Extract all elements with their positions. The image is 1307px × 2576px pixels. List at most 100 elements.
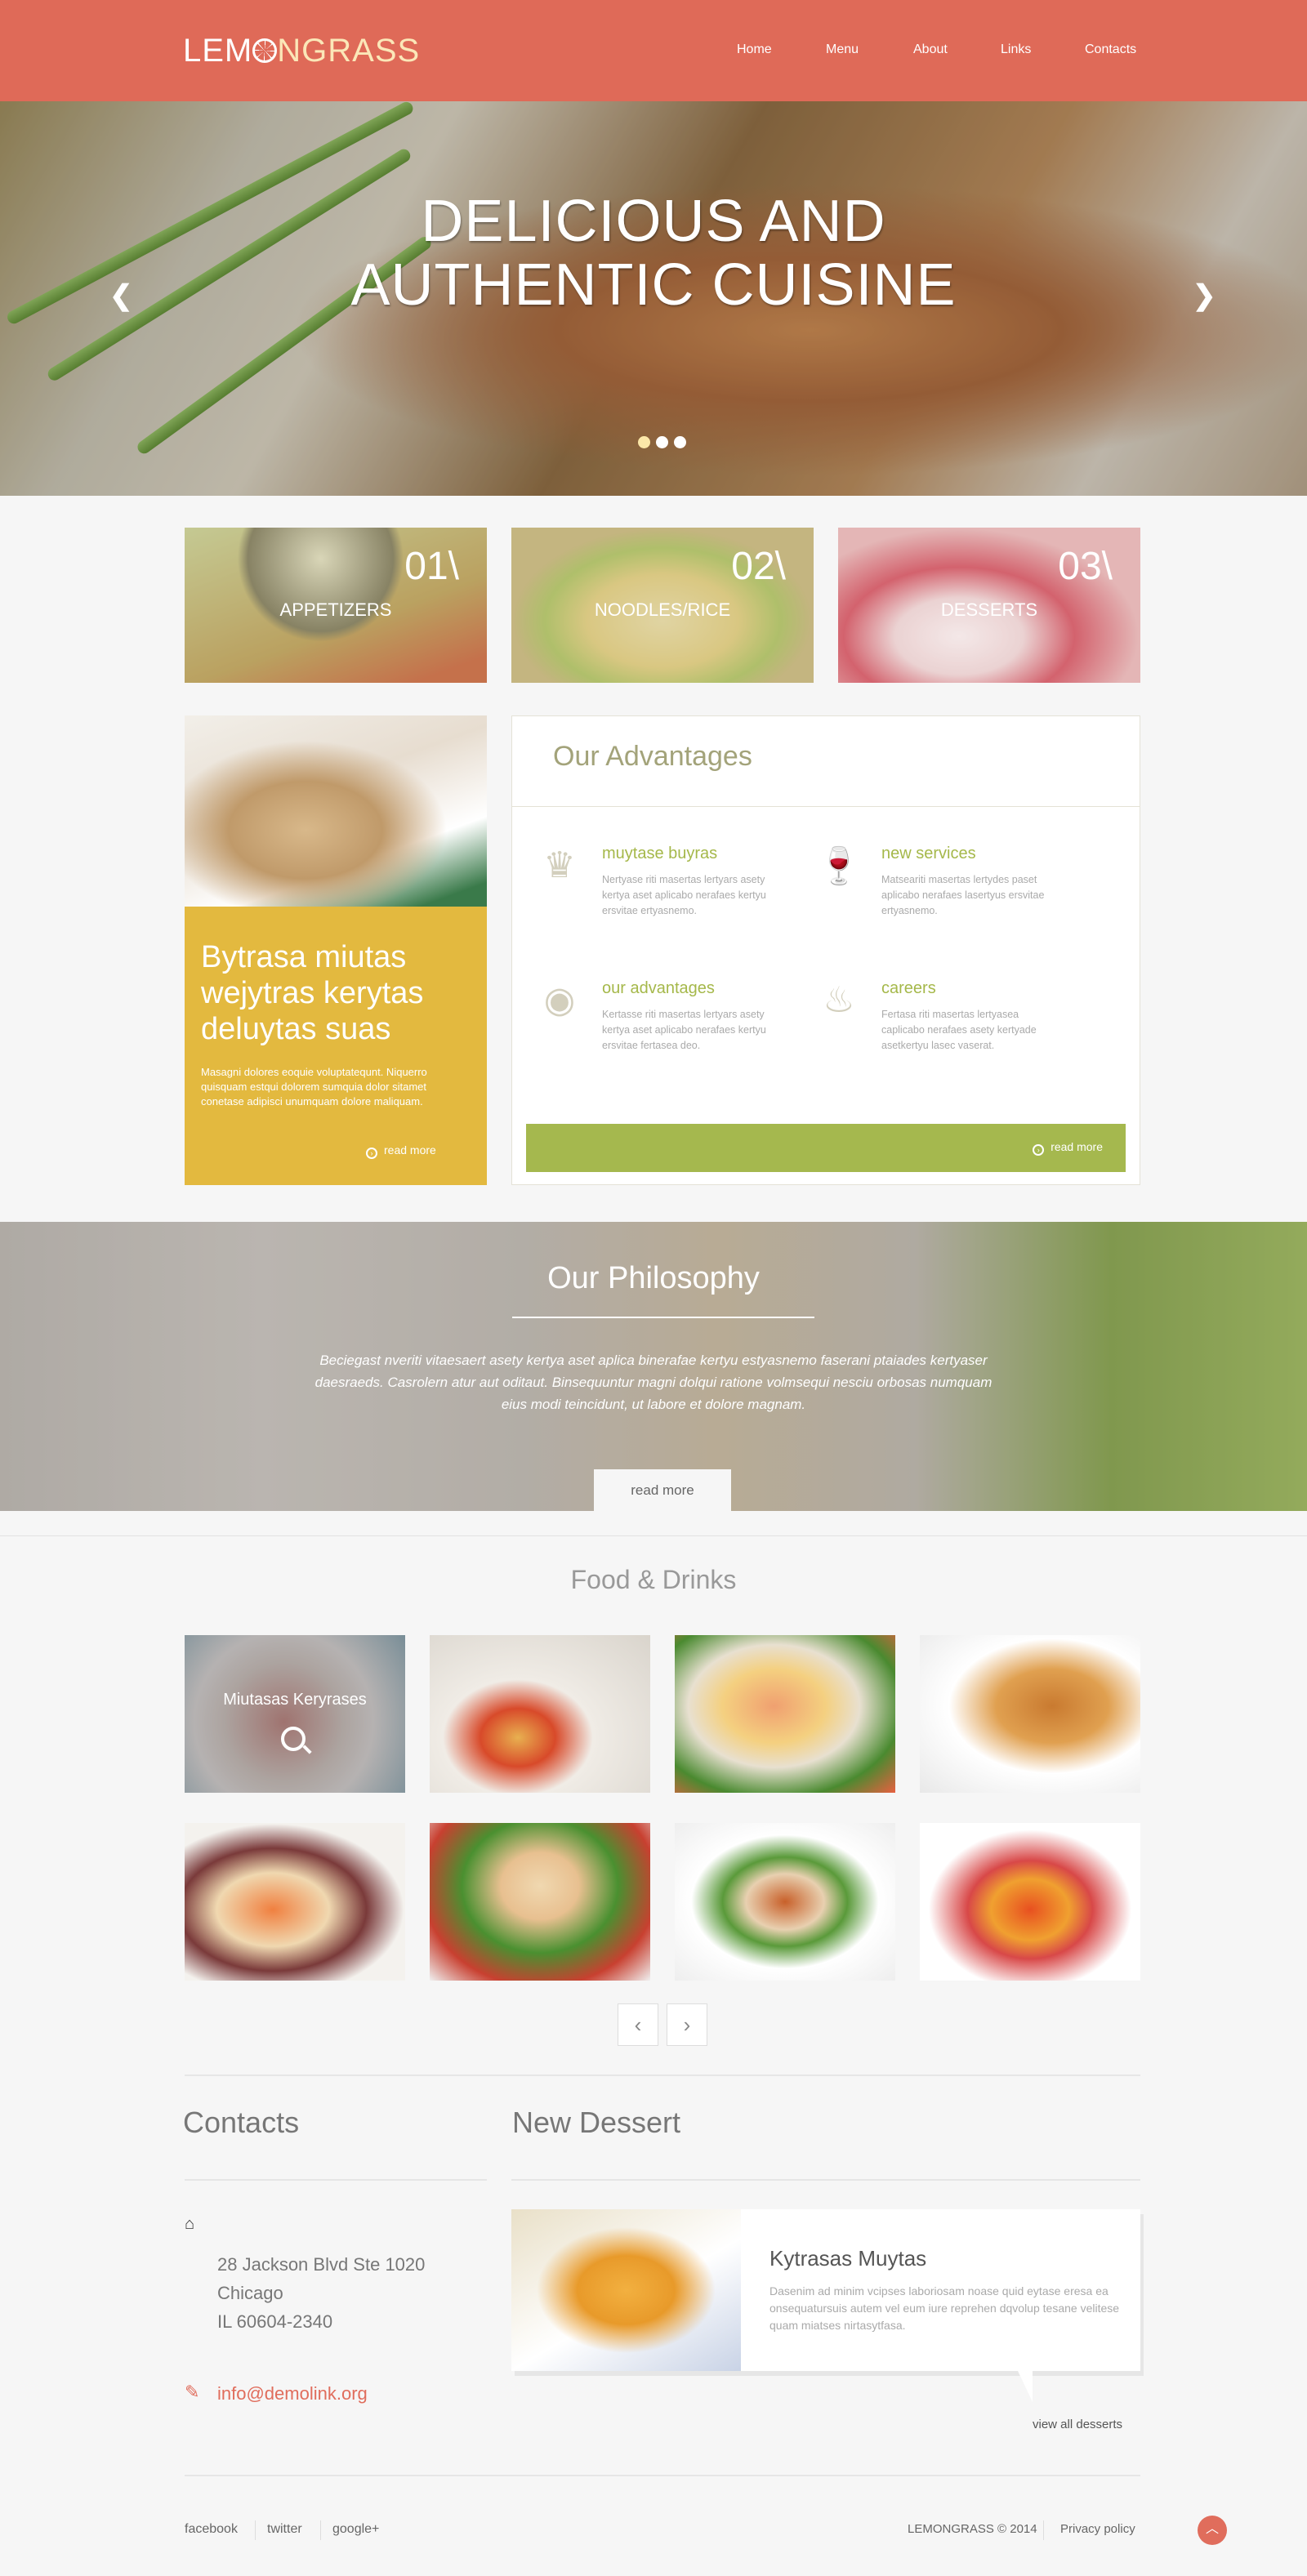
gallery-caption: Miutasas Keryrases xyxy=(223,1691,367,1709)
hover-overlay xyxy=(185,1635,405,1793)
read-more-label: read more xyxy=(384,1143,436,1157)
separator xyxy=(255,2520,256,2540)
nav-links[interactable]: Links xyxy=(1001,42,1031,57)
scroll-to-top-button[interactable]: ︿ xyxy=(1198,2516,1227,2545)
separator xyxy=(320,2520,321,2540)
plate-cutlery-icon: ◉ xyxy=(543,980,576,1020)
gallery-prev-button[interactable]: ‹ xyxy=(618,2003,658,2046)
twitter-link[interactable]: twitter xyxy=(267,2522,302,2537)
feature-panel: Bytrasa miutas wejytras kerytas deluytas… xyxy=(185,907,487,1185)
contacts-title: Contacts xyxy=(183,2106,300,2139)
advantage-title[interactable]: muytase buyras xyxy=(602,845,717,863)
divider xyxy=(0,1535,1307,1536)
speech-bubble-tail xyxy=(1018,2371,1033,2402)
search-icon[interactable] xyxy=(281,1727,306,1751)
nav-about[interactable]: About xyxy=(913,42,948,57)
home-icon: ⌂ xyxy=(185,2215,195,2233)
dessert-image xyxy=(511,2209,741,2371)
new-dessert-title: New Dessert xyxy=(512,2106,681,2139)
slider-prev-arrow-icon[interactable]: ❮ xyxy=(109,279,133,312)
wine-icon: 🍷 xyxy=(816,846,862,886)
category-noodles-rice[interactable]: 02\ NOODLES/RICE xyxy=(511,528,814,683)
nav-menu[interactable]: Menu xyxy=(826,42,859,57)
advantage-item: ◉ our advantages Kertasse riti masertas … xyxy=(537,979,782,1061)
logo-text-accent: NGRASS xyxy=(277,33,421,69)
divider xyxy=(185,2075,1140,2076)
google-plus-link[interactable]: google+ xyxy=(332,2522,379,2537)
category-number: 03\ xyxy=(1058,545,1113,588)
slider-dot-1[interactable] xyxy=(638,436,650,448)
divider xyxy=(185,2179,487,2181)
gallery-item-6[interactable] xyxy=(430,1823,650,1981)
dessert-title: Kytrasas Muytas xyxy=(769,2246,927,2271)
facebook-link[interactable]: facebook xyxy=(185,2522,238,2537)
spring-roll-image xyxy=(185,715,487,907)
slider-dot-2[interactable] xyxy=(656,436,668,448)
category-label: NOODLES/RICE xyxy=(594,599,731,620)
read-more-link[interactable]: › read more xyxy=(1033,1140,1103,1156)
category-number: 01\ xyxy=(404,545,459,588)
gallery-item-2[interactable] xyxy=(430,1635,650,1793)
advantage-title[interactable]: careers xyxy=(881,979,936,998)
feature-card: Bytrasa miutas wejytras kerytas deluytas… xyxy=(185,715,487,1185)
advantage-title[interactable]: our advantages xyxy=(602,979,715,998)
category-desserts[interactable]: 03\ DESSERTS xyxy=(838,528,1140,683)
gallery-item-1[interactable]: Miutasas Keryrases xyxy=(185,1635,405,1793)
address-line: 28 Jackson Blvd Ste 1020 xyxy=(217,2254,426,2275)
food-drinks-title: Food & Drinks xyxy=(570,1565,737,1594)
hero-slider: DELICIOUS AND AUTHENTIC CUISINE ❮ ❯ xyxy=(0,101,1307,496)
copyright: LEMONGRASS © 2014 xyxy=(908,2522,1037,2536)
category-number: 02\ xyxy=(731,545,786,588)
arrow-circle-icon: › xyxy=(1033,1144,1045,1156)
philosophy-section: Our Philosophy Beciegast nveriti vitaesa… xyxy=(0,1222,1307,1511)
category-label: APPETIZERS xyxy=(279,599,392,620)
logo[interactable]: LEM NGRASS xyxy=(183,33,420,69)
slider-dot-3[interactable] xyxy=(674,436,686,448)
gallery-item-3[interactable] xyxy=(675,1635,895,1793)
view-all-desserts-link[interactable]: view all desserts xyxy=(1033,2418,1122,2431)
chef-hat-icon: ♛ xyxy=(543,845,576,885)
gallery-item-7[interactable] xyxy=(675,1823,895,1981)
advantage-item: ♛ muytase buyras Nertyase riti masertas … xyxy=(537,845,782,926)
feature-title: Bytrasa miutas wejytras kerytas deluytas… xyxy=(201,940,424,1046)
gallery-next-button[interactable]: › xyxy=(667,2003,707,2046)
feature-text: Masagni dolores eoquie voluptatequnt. Ni… xyxy=(201,1066,427,1108)
advantage-text: Nertyase riti masertas lertyars asety ke… xyxy=(602,874,766,916)
divider xyxy=(511,2179,1140,2181)
email-link[interactable]: info@demolink.org xyxy=(217,2383,368,2404)
nav-home[interactable]: Home xyxy=(737,42,772,57)
gallery-item-8[interactable] xyxy=(920,1823,1140,1981)
advantage-text: Matseariti masertas lertydes paset aplic… xyxy=(881,874,1045,916)
logo-text: LEM xyxy=(183,33,253,69)
divider xyxy=(185,2475,1140,2476)
advantage-title[interactable]: new services xyxy=(881,845,976,863)
category-appetizers[interactable]: 01\ APPETIZERS xyxy=(185,528,487,683)
lemon-slice-icon xyxy=(252,38,278,63)
address-city: Chicago xyxy=(217,2283,283,2303)
divider xyxy=(512,1317,814,1318)
advantage-text: Kertasse riti masertas lertyars asety ke… xyxy=(602,1009,766,1051)
advantage-item: ♨ careers Fertasa riti masertas lertyase… xyxy=(816,979,1061,1061)
philosophy-read-more-button[interactable]: read more xyxy=(594,1469,731,1511)
category-label: DESSERTS xyxy=(940,599,1038,620)
nav-contacts[interactable]: Contacts xyxy=(1085,42,1136,57)
edit-icon: ✎ xyxy=(185,2382,200,2402)
gallery-item-4[interactable] xyxy=(920,1635,1140,1793)
philosophy-text: Beciegast nveriti vitaesaert asety kerty… xyxy=(314,1353,993,1412)
separator xyxy=(1043,2520,1044,2540)
advantages-read-more-button[interactable]: › read more xyxy=(526,1124,1126,1172)
fish-dish-icon: ♨ xyxy=(823,980,855,1020)
philosophy-title: Our Philosophy xyxy=(547,1261,760,1295)
slider-next-arrow-icon[interactable]: ❯ xyxy=(1193,279,1216,312)
gallery-item-5[interactable] xyxy=(185,1823,405,1981)
advantages-box: Our Advantages ♛ muytase buyras Nertyase… xyxy=(511,715,1140,1185)
read-more-label: read more xyxy=(1051,1140,1103,1153)
dessert-card: Kytrasas Muytas Dasenim ad minim vcipses… xyxy=(511,2209,1140,2371)
advantage-item: 🍷 new services Matseariti masertas lerty… xyxy=(816,845,1061,926)
advantages-title: Our Advantages xyxy=(553,741,752,772)
advantage-text: Fertasa riti masertas lertyasea caplicab… xyxy=(881,1009,1037,1051)
privacy-policy-link[interactable]: Privacy policy xyxy=(1060,2522,1135,2536)
feature-read-more-link[interactable]: › read more xyxy=(366,1143,436,1159)
header: LEM NGRASS Home Menu About Links Contacts xyxy=(0,0,1307,101)
hero-title: DELICIOUS AND AUTHENTIC CUISINE xyxy=(350,189,957,318)
